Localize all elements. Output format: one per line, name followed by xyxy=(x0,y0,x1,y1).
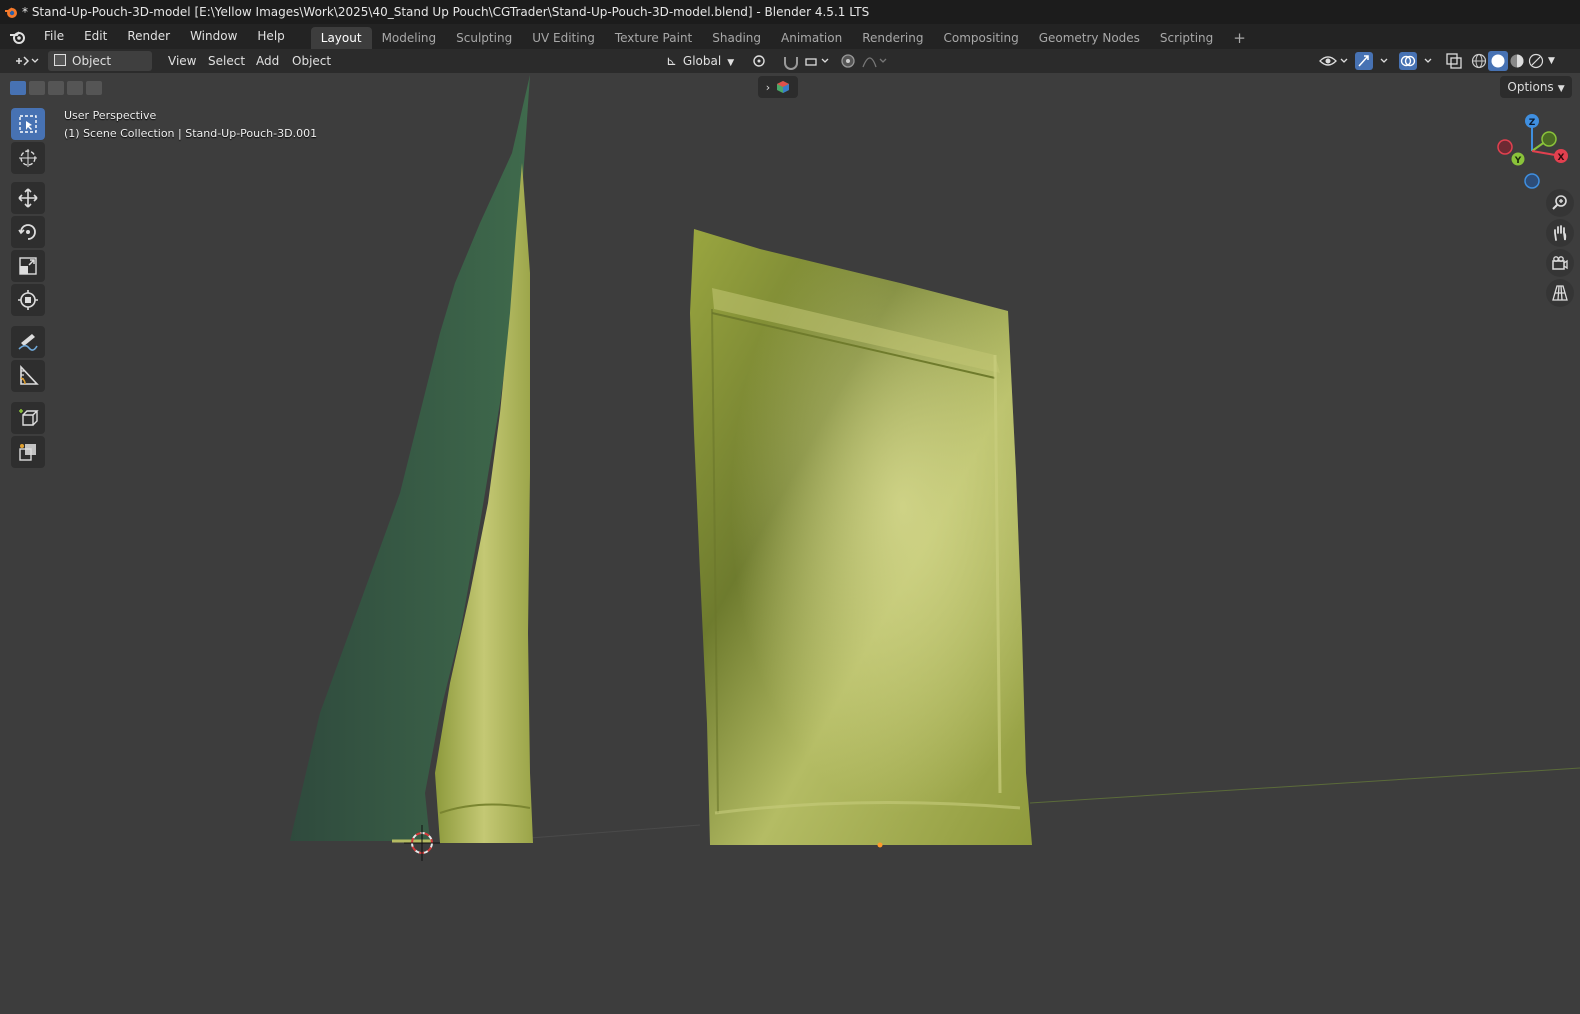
tab-animation[interactable]: Animation xyxy=(771,27,852,49)
annotate-icon[interactable] xyxy=(11,326,45,358)
mode-dropdown[interactable]: Object Mode▼ xyxy=(48,51,152,88)
select-new-icon[interactable] xyxy=(10,81,26,95)
select-subtract-icon[interactable] xyxy=(48,81,64,95)
camera-icon[interactable] xyxy=(1546,249,1574,277)
tab-scripting[interactable]: Scripting xyxy=(1150,27,1223,49)
orientation-dropdown[interactable]: ⊾ Global ▼ xyxy=(666,51,740,71)
cursor-icon[interactable] xyxy=(11,142,45,174)
select-extend-icon[interactable] xyxy=(29,81,45,95)
select-invert-icon[interactable] xyxy=(67,81,83,95)
3d-viewport[interactable]: User Perspective (1) Scene Collection | … xyxy=(0,73,1580,1014)
add-cube-icon[interactable] xyxy=(11,402,45,434)
zoom-icon[interactable] xyxy=(1546,189,1574,217)
falloff-icon[interactable] xyxy=(860,51,890,71)
blender-menu-icon[interactable] xyxy=(0,30,34,44)
overlays-icon[interactable] xyxy=(1398,51,1436,71)
floor-line xyxy=(529,824,701,839)
menu-edit[interactable]: Edit xyxy=(74,24,117,49)
pan-hand-icon[interactable] xyxy=(1546,219,1574,247)
options-label: Options xyxy=(1507,80,1554,94)
menu-render[interactable]: Render xyxy=(117,24,180,49)
menu-select[interactable]: Select xyxy=(208,51,245,71)
pouch-front-view[interactable] xyxy=(690,229,1032,845)
chevron-right-icon: › xyxy=(765,80,771,94)
tab-modeling[interactable]: Modeling xyxy=(372,27,447,49)
x-axis-line xyxy=(1029,767,1580,804)
select-intersect-icon[interactable] xyxy=(86,81,102,95)
title-bar: * Stand-Up-Pouch-3D-model [E:\Yellow Ima… xyxy=(0,0,1580,24)
asset-cube-icon xyxy=(777,81,790,93)
menu-file[interactable]: File xyxy=(34,24,74,49)
xray-icon[interactable] xyxy=(1444,51,1464,71)
orientation-icon: ⊾ xyxy=(666,54,677,69)
tab-geometry-nodes[interactable]: Geometry Nodes xyxy=(1029,27,1150,49)
pivot-point-icon[interactable] xyxy=(750,51,774,71)
shading-wireframe-icon[interactable] xyxy=(1470,51,1488,71)
shading-rendered-icon[interactable] xyxy=(1527,51,1545,71)
measure-icon[interactable] xyxy=(11,360,45,392)
select-box-icon[interactable] xyxy=(11,108,45,140)
grid-perspective-icon[interactable] xyxy=(1546,279,1574,307)
scene-render xyxy=(290,75,1580,861)
shading-options-chevron-icon[interactable]: ▼ xyxy=(1548,51,1562,71)
editor-type-icon[interactable] xyxy=(12,51,42,71)
transform-icon[interactable] xyxy=(11,284,45,316)
menu-window[interactable]: Window xyxy=(180,24,247,49)
gizmo-x-label: X xyxy=(1558,153,1565,163)
tab-shading[interactable]: Shading xyxy=(702,27,771,49)
menu-add[interactable]: Add xyxy=(256,51,279,71)
tab-uv-editing[interactable]: UV Editing xyxy=(522,27,605,49)
visibility-icon[interactable] xyxy=(1318,51,1350,71)
tab-compositing[interactable]: Compositing xyxy=(933,27,1028,49)
view-name-label: User Perspective xyxy=(64,109,157,122)
window-title: * Stand-Up-Pouch-3D-model [E:\Yellow Ima… xyxy=(22,5,870,19)
viewport-header: Object Mode▼ View Select Add Object ⊾ Glo… xyxy=(0,49,1580,88)
orientation-label: Global xyxy=(682,54,722,68)
navigation-gizmo[interactable]: Z Y X xyxy=(1492,111,1572,191)
tab-sculpting[interactable]: Sculpting xyxy=(446,27,522,49)
blender-logo-icon xyxy=(0,5,22,19)
gizmo-toggle-icon[interactable] xyxy=(1354,51,1392,71)
chevron-down-icon: ▼ xyxy=(727,58,735,68)
menu-view[interactable]: View xyxy=(168,51,196,71)
snap-icon[interactable] xyxy=(782,51,800,71)
object-origin-dot[interactable] xyxy=(877,842,883,848)
gizmo-z-label: Z xyxy=(1529,118,1536,128)
menu-help[interactable]: Help xyxy=(247,24,294,49)
tab-texture-paint[interactable]: Texture Paint xyxy=(605,27,702,49)
move-icon[interactable] xyxy=(11,182,45,214)
chevron-down-icon: ▼ xyxy=(1557,84,1565,94)
shading-material-icon[interactable] xyxy=(1508,51,1526,71)
menu-object[interactable]: Object xyxy=(292,51,331,71)
collection-info-label: (1) Scene Collection | Stand-Up-Pouch-3D… xyxy=(64,127,318,140)
proportional-edit-icon[interactable] xyxy=(838,51,858,71)
options-dropdown[interactable]: Options ▼ xyxy=(1500,76,1572,98)
object-mode-icon xyxy=(54,54,66,66)
add-workspace-button[interactable]: + xyxy=(1223,27,1256,49)
snap-target-icon[interactable] xyxy=(802,51,830,71)
pouch-side-view[interactable] xyxy=(290,75,533,843)
cage-icon[interactable] xyxy=(11,436,45,468)
tab-rendering[interactable]: Rendering xyxy=(852,27,933,49)
tab-layout[interactable]: Layout xyxy=(310,26,372,49)
scale-icon[interactable] xyxy=(11,250,45,282)
menu-bar: File Edit Render Window Help Layout Mode… xyxy=(0,24,1580,49)
sidebar-toggle-button[interactable]: › xyxy=(758,76,798,98)
gizmo-y-label: Y xyxy=(1514,156,1522,166)
rotate-icon[interactable] xyxy=(11,216,45,248)
shading-solid-icon[interactable] xyxy=(1488,51,1508,71)
